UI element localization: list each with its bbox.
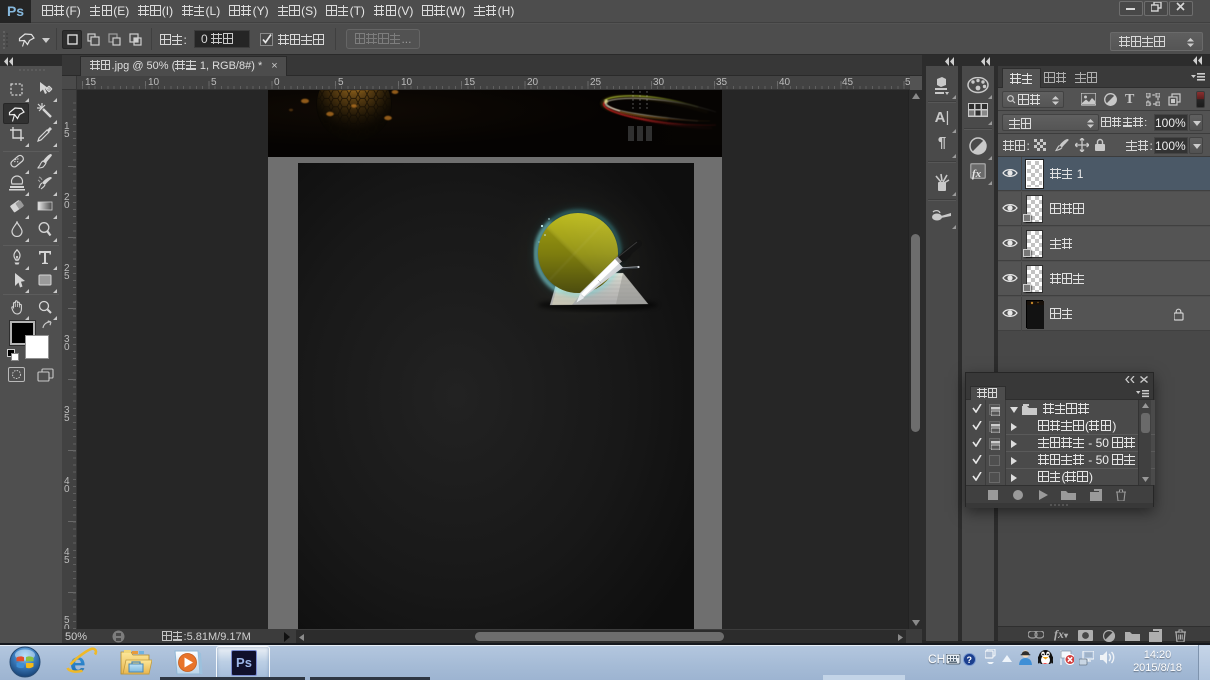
svg-text:?: ? — [967, 655, 973, 665]
svg-text:fx: fx — [972, 168, 982, 180]
